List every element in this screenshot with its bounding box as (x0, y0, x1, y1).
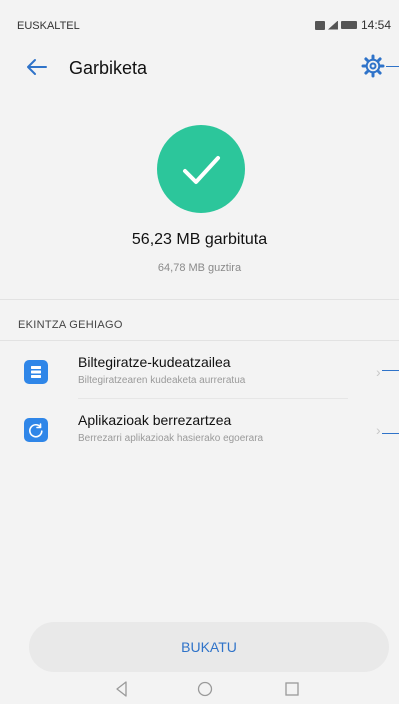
item-description: Berrezarri aplikazioak hasierako egoerar… (78, 433, 264, 444)
nav-recents-button[interactable] (281, 679, 303, 699)
annotation-line (382, 370, 399, 371)
storage-icon (24, 360, 48, 384)
total-size: 64,78 MB guztira (157, 262, 242, 274)
gear-icon (361, 54, 385, 78)
status-time: 14:54 (360, 18, 391, 32)
success-badge (157, 125, 245, 213)
item-label: Biltegiratze-kudeatzailea (78, 354, 231, 370)
cleanup-result: 56,23 MB garbituta 64,78 MB guztira (0, 100, 399, 300)
status-icons (314, 20, 357, 30)
status-right: 14:54 (314, 18, 391, 32)
section-title: EKINTZA GEHIAGO (18, 319, 123, 331)
nfc-icon (314, 20, 325, 30)
annotation-line (386, 66, 399, 67)
annotation-line (382, 433, 399, 434)
item-description: Biltegiratzearen kudeaketa aurreratua (78, 375, 246, 386)
nav-home-button[interactable] (194, 679, 216, 699)
back-button[interactable] (22, 52, 52, 82)
signal-icon (327, 20, 338, 30)
arrow-left-icon (27, 59, 47, 75)
list-item-reset-apps[interactable]: Aplikazioak berrezartzea Berrezarri apli… (0, 404, 399, 456)
cleaned-size: 56,23 MB garbituta (131, 231, 268, 248)
done-button[interactable]: BUKATU (29, 622, 389, 672)
divider (0, 340, 399, 341)
app-bar: Garbiketa (0, 34, 399, 100)
circle-home-icon (197, 681, 213, 697)
carrier-name: EUSKALTEL (17, 20, 80, 32)
check-icon (183, 156, 220, 184)
battery-icon (340, 21, 357, 29)
reset-icon (24, 418, 48, 442)
page-title: Garbiketa (69, 58, 148, 78)
chevron-right-icon: › (376, 364, 381, 380)
list-item-storage-manager[interactable]: Biltegiratze-kudeatzailea Biltegiratzear… (0, 346, 399, 398)
status-bar: EUSKALTEL 14:54 (0, 0, 399, 34)
divider (0, 299, 399, 300)
square-recents-icon (285, 682, 299, 696)
item-label: Aplikazioak berrezartzea (78, 412, 232, 428)
settings-button[interactable] (361, 54, 385, 78)
system-nav-bar (0, 673, 399, 704)
nav-back-button[interactable] (111, 679, 133, 699)
triangle-back-icon (116, 681, 127, 697)
divider (78, 398, 348, 399)
chevron-right-icon: › (376, 422, 381, 438)
